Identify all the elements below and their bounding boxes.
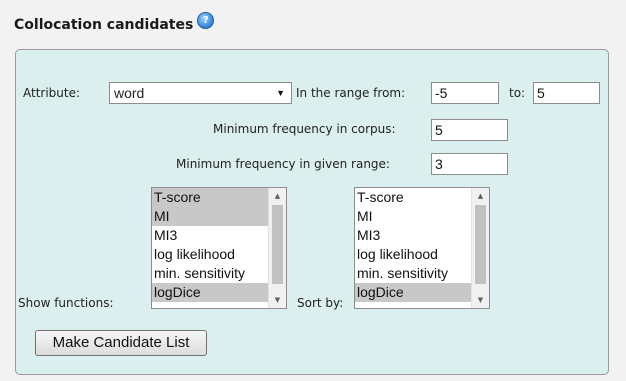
- scroll-up-arrow-icon[interactable]: ▲: [472, 188, 489, 204]
- min-freq-corpus-label: Minimum frequency in corpus:: [213, 122, 396, 136]
- listbox-scrollbar[interactable]: ▲ ▼: [471, 188, 489, 308]
- min-freq-corpus-input[interactable]: [431, 119, 508, 141]
- range-to-label: to:: [509, 86, 526, 100]
- show-functions-option[interactable]: MI: [152, 207, 271, 226]
- show-functions-option[interactable]: MI3: [152, 226, 271, 245]
- range-to-input[interactable]: [533, 82, 600, 104]
- show-functions-option[interactable]: min. sensitivity: [152, 264, 271, 283]
- scroll-up-arrow-icon[interactable]: ▲: [269, 188, 286, 204]
- scroll-down-arrow-icon[interactable]: ▼: [269, 292, 286, 308]
- scrollbar-thumb[interactable]: [272, 205, 283, 284]
- range-from-input[interactable]: [431, 82, 499, 104]
- min-freq-range-label: Minimum frequency in given range:: [176, 157, 390, 171]
- sort-by-option[interactable]: logDice: [355, 283, 474, 302]
- sort-by-option[interactable]: MI: [355, 207, 474, 226]
- show-functions-option[interactable]: logDice: [152, 283, 271, 302]
- show-functions-options: T-score MI MI3 log likelihood min. sensi…: [152, 188, 286, 302]
- help-icon[interactable]: ?: [197, 12, 215, 29]
- attribute-select[interactable]: word ▼: [109, 82, 292, 104]
- min-freq-range-input[interactable]: [431, 153, 508, 175]
- attribute-select-value: word: [114, 85, 145, 101]
- listbox-scrollbar[interactable]: ▲ ▼: [268, 188, 286, 308]
- attribute-label: Attribute:: [23, 86, 81, 100]
- sort-by-option[interactable]: T-score: [355, 188, 474, 207]
- show-functions-option[interactable]: T-score: [152, 188, 271, 207]
- sort-by-option[interactable]: min. sensitivity: [355, 264, 474, 283]
- sort-by-options: T-score MI MI3 log likelihood min. sensi…: [355, 188, 489, 302]
- section-title-text: Collocation candidates: [14, 16, 194, 33]
- sort-by-option[interactable]: log likelihood: [355, 245, 474, 264]
- sort-by-label: Sort by:: [297, 296, 344, 310]
- show-functions-option[interactable]: log likelihood: [152, 245, 271, 264]
- collocation-form-panel: Attribute: word ▼ In the range from: to:…: [15, 49, 609, 375]
- sort-by-listbox[interactable]: T-score MI MI3 log likelihood min. sensi…: [354, 187, 490, 309]
- show-functions-listbox[interactable]: T-score MI MI3 log likelihood min. sensi…: [151, 187, 287, 309]
- section-title: Collocation candidates ?: [14, 12, 215, 33]
- make-candidate-list-button[interactable]: Make Candidate List: [35, 330, 207, 356]
- dropdown-arrow-icon: ▼: [276, 88, 285, 98]
- scroll-down-arrow-icon[interactable]: ▼: [472, 292, 489, 308]
- sort-by-option[interactable]: MI3: [355, 226, 474, 245]
- scrollbar-thumb[interactable]: [475, 205, 486, 284]
- range-from-label: In the range from:: [296, 86, 406, 100]
- show-functions-label: Show functions:: [18, 296, 114, 310]
